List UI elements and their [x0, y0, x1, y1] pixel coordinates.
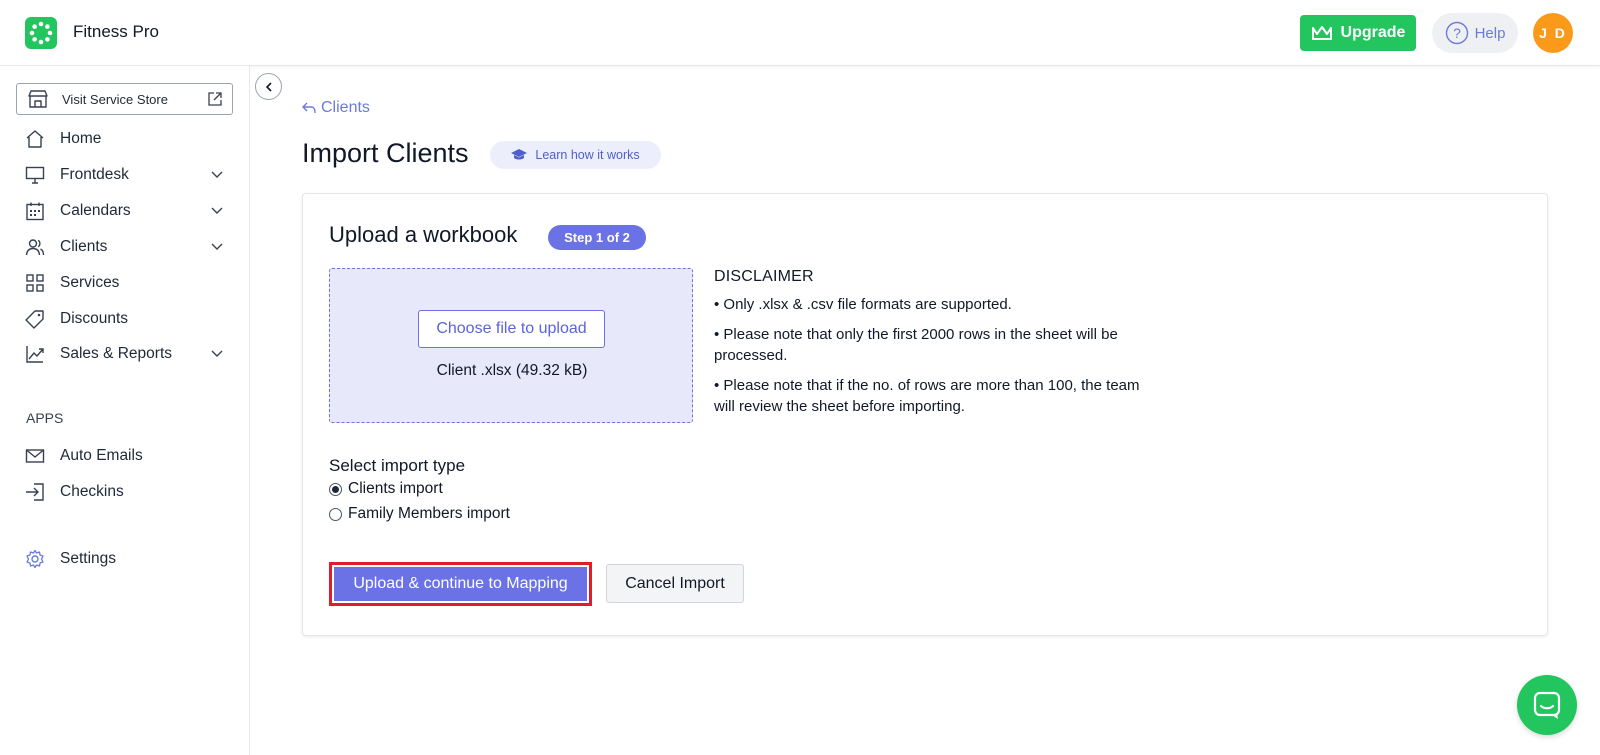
upload-continue-mapping-button[interactable]: Upload & continue to Mapping: [334, 567, 587, 601]
home-icon: [26, 130, 44, 148]
graduation-cap-icon: [511, 149, 528, 160]
sidebar-item-label: Checkins: [60, 483, 124, 500]
choose-file-button[interactable]: Choose file to upload: [418, 310, 605, 348]
user-avatar[interactable]: J D: [1533, 13, 1573, 53]
disclaimer-title: DISCLAIMER: [714, 268, 814, 285]
top-bar: Fitness Pro Upgrade ? Help J D: [0, 0, 1600, 66]
upgrade-label: Upgrade: [1340, 24, 1406, 41]
learn-label: Learn how it works: [535, 148, 640, 162]
help-label: Help: [1474, 24, 1506, 42]
cancel-import-button[interactable]: Cancel Import: [606, 564, 744, 603]
sidebar-item-discounts[interactable]: Discounts: [0, 301, 250, 337]
store-icon: [28, 90, 48, 108]
sidebar-item-sales-reports[interactable]: Sales & Reports: [0, 336, 250, 372]
tag-icon: [25, 310, 44, 329]
disclaimer-section: DISCLAIMER • Only .xlsx & .csv file form…: [714, 268, 1144, 426]
monitor-icon: [25, 166, 45, 184]
sidebar-item-home[interactable]: Home: [0, 121, 250, 157]
chat-icon: [1533, 691, 1561, 719]
learn-how-it-works-button[interactable]: Learn how it works: [490, 141, 661, 169]
back-arrow-icon: [302, 102, 316, 114]
selected-file-name: Client .xlsx (49.32 kB): [436, 362, 588, 379]
apps-heading: APPS: [26, 410, 64, 426]
app-logo-icon: [25, 17, 57, 49]
family-members-import-option[interactable]: Family Members import: [329, 503, 510, 525]
back-link-label: Clients: [321, 99, 370, 116]
radio-label: Family Members import: [348, 505, 510, 522]
sidebar-item-clients[interactable]: Clients: [0, 229, 250, 265]
app-title: Fitness Pro: [73, 22, 159, 41]
disclaimer-item: • Please note that if the no. of rows ar…: [714, 377, 1140, 415]
upload-card: Upload a workbook Step 1 of 2 Choose fil…: [302, 193, 1548, 636]
radio-label: Clients import: [348, 480, 443, 497]
help-button[interactable]: ? Help: [1432, 13, 1518, 53]
sidebar-item-label: Services: [60, 274, 120, 291]
page-title: Import Clients: [302, 138, 469, 168]
card-title: Upload a workbook: [329, 222, 518, 247]
sidebar-item-checkins[interactable]: Checkins: [0, 474, 250, 510]
sidebar-item-label: Discounts: [60, 310, 129, 327]
sidebar-item-label: Clients: [60, 238, 108, 255]
mail-icon: [25, 449, 45, 463]
family-members-import-radio[interactable]: [329, 507, 342, 521]
chevron-down-icon: [211, 243, 223, 250]
sidebar-item-services[interactable]: Services: [0, 265, 250, 301]
chat-launcher-button[interactable]: [1517, 675, 1577, 735]
step-badge: Step 1 of 2: [548, 225, 646, 250]
calendar-icon: [26, 202, 44, 221]
collapse-sidebar-button[interactable]: [255, 73, 282, 100]
store-button-label: Visit Service Store: [62, 92, 168, 107]
upload-button-highlight: Upload & continue to Mapping: [329, 562, 592, 606]
sidebar-item-label: Auto Emails: [60, 447, 143, 464]
disclaimer-item: • Only .xlsx & .csv file formats are sup…: [714, 296, 1012, 313]
clients-import-radio[interactable]: [329, 482, 342, 496]
sidebar-item-settings[interactable]: Settings: [0, 541, 250, 577]
chevron-down-icon: [211, 171, 223, 178]
chevron-down-icon: [211, 207, 223, 214]
sidebar-item-auto-emails[interactable]: Auto Emails: [0, 438, 250, 474]
sidebar-item-label: Calendars: [60, 202, 131, 219]
sidebar-item-label: Home: [60, 130, 102, 147]
import-type-title: Select import type: [329, 456, 466, 475]
sidebar-item-label: Frontdesk: [60, 166, 129, 183]
external-link-icon: [208, 92, 222, 106]
users-icon: [25, 239, 45, 256]
sidebar-item-frontdesk[interactable]: Frontdesk: [0, 157, 250, 193]
file-dropzone[interactable]: Choose file to upload Client .xlsx (49.3…: [329, 268, 693, 423]
chart-icon: [26, 346, 44, 363]
visit-service-store-button[interactable]: Visit Service Store: [16, 83, 233, 115]
question-circle-icon: ?: [1445, 21, 1468, 45]
sidebar-item-label: Settings: [60, 550, 117, 567]
crown-icon: [1311, 26, 1332, 40]
svg-text:?: ?: [1453, 25, 1461, 41]
back-to-clients-link[interactable]: Clients: [301, 99, 370, 117]
chevron-down-icon: [211, 350, 223, 357]
disclaimer-item: • Please note that only the first 2000 r…: [714, 326, 1118, 364]
grid-icon: [26, 274, 44, 292]
sidebar: Visit Service Store Home Frontdesk Calen…: [0, 66, 250, 755]
chevron-left-icon: [265, 81, 272, 92]
login-icon: [26, 483, 44, 501]
clients-import-option[interactable]: Clients import: [329, 478, 443, 500]
upgrade-button[interactable]: Upgrade: [1300, 15, 1416, 51]
sidebar-item-calendars[interactable]: Calendars: [0, 193, 250, 229]
gear-icon: [26, 549, 44, 569]
sidebar-item-label: Sales & Reports: [60, 345, 172, 362]
